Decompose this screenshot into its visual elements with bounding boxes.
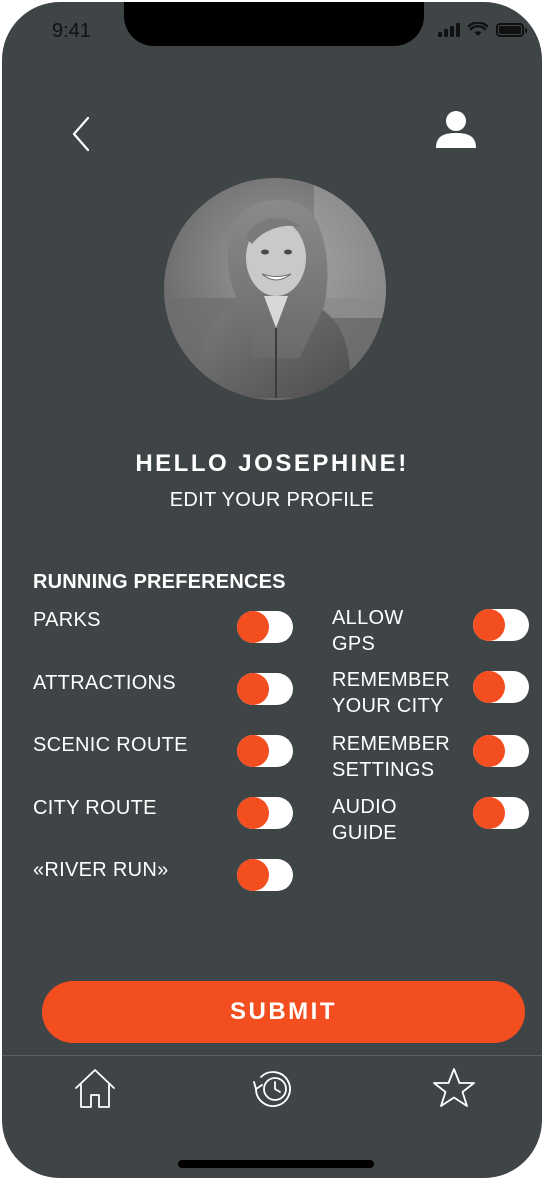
toggle-scenic-route[interactable] xyxy=(237,735,293,767)
pref-label-remember-your-city: REMEMBER YOUR CITY xyxy=(332,669,450,717)
user-icon xyxy=(436,111,476,148)
phone-frame: 9:41 HELLO JOSEPHINE! EDIT YOUR PROFILE … xyxy=(0,0,544,1180)
profile-button[interactable] xyxy=(432,106,480,154)
pref-label-river-run: «RIVER RUN» xyxy=(33,859,169,881)
toggle-knob xyxy=(473,735,505,767)
toggle-knob xyxy=(237,611,269,643)
star-icon xyxy=(433,1068,475,1107)
submit-button[interactable]: SUBMIT xyxy=(42,981,525,1043)
toggle-knob xyxy=(237,797,269,829)
pref-label-attractions: ATTRACTIONS xyxy=(33,672,176,694)
toggle-knob xyxy=(473,609,505,641)
status-time: 9:41 xyxy=(52,20,91,42)
signal-icon xyxy=(438,22,460,37)
home-icon xyxy=(75,1069,115,1108)
tab-history[interactable] xyxy=(248,1064,298,1114)
home-indicator[interactable] xyxy=(178,1160,374,1168)
pref-label-city-route: CITY ROUTE xyxy=(33,797,157,819)
pref-label-remember-settings: REMEMBER SETTINGS xyxy=(332,733,450,781)
toggle-knob xyxy=(237,735,269,767)
screen: 9:41 HELLO JOSEPHINE! EDIT YOUR PROFILE … xyxy=(2,2,542,1178)
pref-label-audio-guide: AUDIO GUIDE xyxy=(332,796,397,844)
toggle-river-run[interactable] xyxy=(237,859,293,891)
toggle-parks[interactable] xyxy=(237,611,293,643)
toggle-knob xyxy=(473,671,505,703)
pref-label-parks: PARKS xyxy=(33,609,101,631)
back-button[interactable] xyxy=(64,112,104,156)
profile-photo xyxy=(164,178,386,400)
pref-label-allow-gps: ALLOW GPS xyxy=(332,607,404,655)
chevron-left-icon xyxy=(72,116,90,152)
toggle-attractions[interactable] xyxy=(237,673,293,705)
edit-profile-subtitle: EDIT YOUR PROFILE xyxy=(169,489,375,511)
greeting-heading: HELLO JOSEPHINE! xyxy=(135,450,409,477)
toggle-remember-settings[interactable] xyxy=(473,735,529,767)
toggle-allow-gps[interactable] xyxy=(473,609,529,641)
toggle-city-route[interactable] xyxy=(237,797,293,829)
tab-home[interactable] xyxy=(70,1064,120,1114)
notch xyxy=(124,2,424,46)
battery-icon xyxy=(496,22,527,37)
toggle-knob xyxy=(237,673,269,705)
history-icon xyxy=(253,1071,291,1107)
toggle-knob xyxy=(473,797,505,829)
toggle-remember-your-city[interactable] xyxy=(473,671,529,703)
wifi-icon xyxy=(468,22,488,36)
avatar xyxy=(164,178,386,400)
pref-label-scenic-route: SCENIC ROUTE xyxy=(33,734,188,756)
tabbar-divider xyxy=(2,1055,542,1056)
tab-favorites[interactable] xyxy=(429,1064,479,1114)
running-preferences-title: RUNNING PREFERENCES xyxy=(33,571,286,593)
status-icons xyxy=(438,22,527,37)
toggle-knob xyxy=(237,859,269,891)
toggle-audio-guide[interactable] xyxy=(473,797,529,829)
